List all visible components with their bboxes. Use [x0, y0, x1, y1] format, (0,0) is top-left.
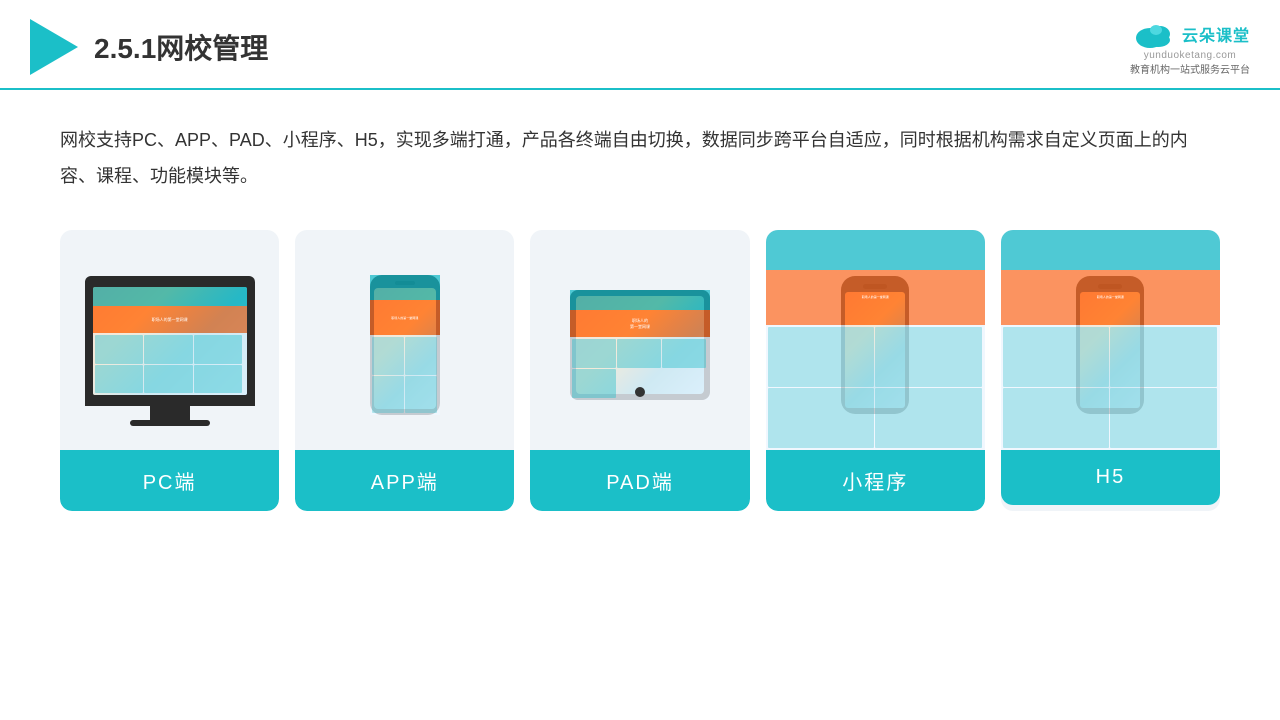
logo-url: yunduoketang.com — [1144, 50, 1237, 61]
cloud-icon — [1130, 18, 1178, 50]
card-pc: 职场人的第一堂网课 — [60, 230, 279, 511]
logo-cloud-row: 云朵课堂 — [1130, 18, 1250, 50]
card-app: 职场人的第一堂网课 APP端 — [295, 230, 514, 511]
pc-mockup-wrapper: 职场人的第一堂网课 — [85, 276, 255, 424]
miniprogram-phone: 职场人的第一堂网课 — [841, 276, 909, 414]
card-h5-label: H5 — [1001, 450, 1220, 505]
card-pad: 职场人的第一堂网课 PAD端 — [530, 230, 749, 511]
pc-base — [130, 420, 210, 426]
card-h5-image: 职场人的第一堂网课 — [1001, 230, 1220, 450]
tablet-screen: 职场人的第一堂网课 — [576, 296, 704, 394]
description-text: 网校支持PC、APP、PAD、小程序、H5，实现多端打通，产品各终端自由切换，数… — [0, 90, 1280, 210]
card-app-label: APP端 — [295, 450, 514, 511]
h5-phone: 职场人的第一堂网课 — [1076, 276, 1144, 414]
app-phone-mockup: 职场人的第一堂网课 — [370, 275, 440, 415]
card-mini-image: 职场人的第一堂网课 — [766, 230, 985, 450]
card-pad-image: 职场人的第一堂网课 — [530, 230, 749, 450]
card-pad-label: PAD端 — [530, 450, 749, 511]
card-mini-label: 小程序 — [766, 450, 985, 511]
card-h5: 职场人的第一堂网课 H5 — [1001, 230, 1220, 511]
card-pc-image: 职场人的第一堂网课 — [60, 230, 279, 450]
page-header: 2.5.1网校管理 云朵课堂 yunduoketang.com 教育机构一站式服… — [0, 0, 1280, 90]
page-title: 2.5.1网校管理 — [94, 27, 268, 67]
platform-cards: 职场人的第一堂网课 — [0, 210, 1280, 541]
logo-name: 云朵课堂 — [1182, 22, 1250, 46]
pc-screen: 职场人的第一堂网课 — [93, 287, 247, 395]
h5-phone-screen: 职场人的第一堂网课 — [1080, 292, 1140, 408]
card-pc-label: PC端 — [60, 450, 279, 511]
app-phone-screen: 职场人的第一堂网课 — [374, 288, 436, 409]
brand-triangle-icon — [30, 19, 78, 75]
pc-stand — [150, 406, 190, 420]
tablet-mockup: 职场人的第一堂网课 — [570, 290, 710, 400]
card-app-image: 职场人的第一堂网课 — [295, 230, 514, 450]
logo-slogan: 教育机构一站式服务云平台 — [1130, 61, 1250, 76]
description-paragraph: 网校支持PC、APP、PAD、小程序、H5，实现多端打通，产品各终端自由切换，数… — [60, 122, 1220, 194]
company-logo: 云朵课堂 yunduoketang.com 教育机构一站式服务云平台 — [1130, 18, 1250, 76]
pc-monitor: 职场人的第一堂网课 — [85, 276, 255, 406]
card-miniprogram: 职场人的第一堂网课 小程序 — [766, 230, 985, 511]
page-title-text: 2.5.1网校管理 — [94, 33, 268, 64]
header-left: 2.5.1网校管理 — [30, 19, 268, 75]
tablet-home-button — [635, 387, 645, 397]
mini-phone-screen: 职场人的第一堂网课 — [845, 292, 905, 408]
